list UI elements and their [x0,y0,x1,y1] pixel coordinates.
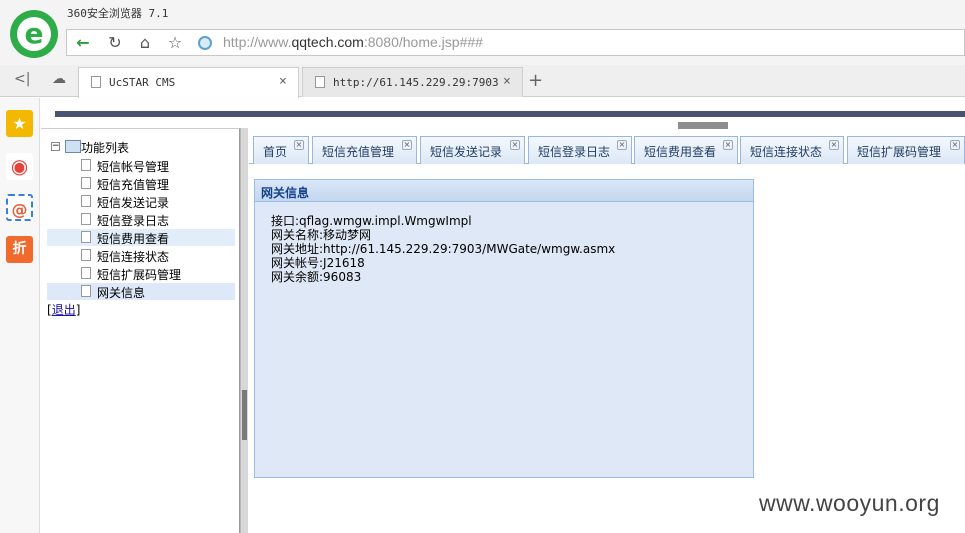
gateway-account: 网关帐号:J21618 [271,256,365,270]
tab-label: 短信登录日志 [538,145,611,159]
tree-item-label: 短信帐号管理 [97,160,170,174]
close-tab-icon[interactable]: × [294,140,304,150]
tree-item-label: 网关信息 [97,286,146,300]
home-icon[interactable]: ⌂ [134,33,156,53]
page-icon [81,267,91,279]
tab-sms-send-log[interactable]: 短信发送记录 × [420,136,525,164]
gateway-address: 网关地址:http://61.145.229.29:7903/MWGate/wm… [271,242,616,256]
gateway-name: 网关名称:移动梦网 [271,228,372,242]
page-icon [81,159,91,171]
collapse-icon[interactable]: − [51,142,60,151]
reload-icon[interactable]: ↻ [104,33,126,53]
browser-tab-strip: <| ☁ UcSTAR CMS × http://61.145.229.29:7… [0,65,965,98]
logout-link-wrapper: [退出] [47,303,81,317]
tab-sms-cost[interactable]: 短信费用查看 × [634,136,738,164]
tab-label: 短信发送记录 [430,145,503,159]
page-viewport: − 功能列表 短信帐号管理 短信充值管理 短信发送记录 短信登录日志 短信费用查… [41,98,965,533]
browser-sidebar: ★ ◉ @ 折 [0,98,40,533]
discount-icon[interactable]: 折 [6,236,33,263]
page-icon [91,76,101,88]
tree-item-sms-connection[interactable]: 短信连接状态 [47,247,235,264]
star-icon[interactable]: ☆ [164,33,186,53]
tree-item-label: 短信连接状态 [97,250,170,264]
close-tab-icon[interactable]: × [950,140,960,150]
tree-item-sms-extension[interactable]: 短信扩展码管理 [47,265,235,282]
browser-logo-icon: e [10,10,58,58]
page-icon [315,76,325,88]
tab-label: 首页 [263,145,288,159]
logout-link[interactable]: 退出 [52,303,76,317]
panel-splitter[interactable] [240,128,248,533]
site-globe-icon [198,36,212,50]
tree-item-label: 短信登录日志 [97,214,170,228]
header-banner-bar [55,111,965,117]
tab-sms-recharge[interactable]: 短信充值管理 × [312,136,417,164]
watermark: www.wooyun.org [759,490,940,516]
tab-label: 短信扩展码管理 [857,145,942,159]
page-icon [81,177,91,189]
new-tab-button[interactable]: + [528,70,543,91]
tab-label: 短信充值管理 [322,145,395,159]
tree-item-label: 短信充值管理 [97,178,170,192]
gateway-info-panel: 网关信息 接口:qflag.wmgw.impl.WmgwImpl 网关名称:移动… [254,179,754,478]
page-icon [81,195,91,207]
gateway-interface: 接口:qflag.wmgw.impl.WmgwImpl [271,214,472,228]
panel-body: 接口:qflag.wmgw.impl.WmgwImpl 网关名称:移动梦网 网关… [271,214,615,284]
address-bar[interactable]: ← ↻ ⌂ ☆ http://www.qqtech.com:8080/home.… [66,29,965,56]
tab-sms-connection[interactable]: 短信连接状态 × [740,136,844,164]
mail-icon[interactable]: @ [6,194,33,221]
tree-item-sms-cost[interactable]: 短信费用查看 [47,229,235,246]
browser-tab-label: http://61.145.229.29:7903/MW [333,76,498,89]
page-icon [81,249,91,261]
cloud-icon[interactable]: ☁ [52,71,66,87]
browser-tab-label: UcSTAR CMS [109,76,176,89]
horizontal-scrollbar-thumb[interactable] [678,122,728,129]
close-tab-icon[interactable]: × [829,140,839,150]
browser-chrome: e 360安全浏览器 7.1 ← ↻ ⌂ ☆ http://www.qqtech… [0,0,965,98]
close-tab-icon[interactable]: × [510,140,520,150]
tree-item-sms-recharge[interactable]: 短信充值管理 [47,175,235,192]
tree-item-sms-account[interactable]: 短信帐号管理 [47,157,235,174]
splitter-grip[interactable] [242,390,247,440]
tree-item-sms-send-log[interactable]: 短信发送记录 [47,193,235,210]
window-title: 360安全浏览器 7.1 [67,7,169,20]
panel-header: 网关信息 [255,180,753,202]
gateway-balance: 网关余额:96083 [271,270,362,284]
close-tab-icon[interactable]: × [617,140,627,150]
url-text[interactable]: http://www.qqtech.com:8080/home.jsp### [223,34,483,50]
close-tab-icon[interactable]: × [402,140,412,150]
tab-sms-extension[interactable]: 短信扩展码管理 × [847,136,965,164]
content-tab-strip: 首页 × 短信充值管理 × 短信发送记录 × 短信登录日志 × 短信费用查看 ×… [249,136,965,164]
tree-item-label: 短信发送记录 [97,196,170,210]
page-icon [81,285,91,297]
tab-home[interactable]: 首页 × [253,136,309,164]
function-tree: − 功能列表 短信帐号管理 短信充值管理 短信发送记录 短信登录日志 短信费用查… [41,128,240,533]
close-tab-icon[interactable]: × [503,74,511,89]
tree-item-label: 短信扩展码管理 [97,268,182,282]
page-icon [81,231,91,243]
close-tab-icon[interactable]: × [279,74,287,89]
browser-tab-gateway[interactable]: http://61.145.229.29:7903/MW × [302,67,523,97]
tab-sms-login-log[interactable]: 短信登录日志 × [528,136,632,164]
sidebar-toggle-icon[interactable]: <| [14,71,30,87]
back-arrow-icon[interactable]: ← [72,33,94,53]
panel-title: 网关信息 [261,186,310,200]
favorites-star-icon[interactable]: ★ [6,110,33,137]
tab-label: 短信费用查看 [644,145,717,159]
weibo-icon[interactable]: ◉ [6,153,33,180]
folder-icon [65,140,81,153]
page-icon [81,213,91,225]
close-tab-icon[interactable]: × [723,140,733,150]
tree-item-gateway-info[interactable]: 网关信息 [47,283,235,300]
tab-label: 短信连接状态 [750,145,823,159]
tree-root-label: 功能列表 [81,141,130,155]
tree-item-sms-login-log[interactable]: 短信登录日志 [47,211,235,228]
tree-item-label: 短信费用查看 [97,232,170,246]
browser-tab-ucstar[interactable]: UcSTAR CMS × [78,67,299,98]
